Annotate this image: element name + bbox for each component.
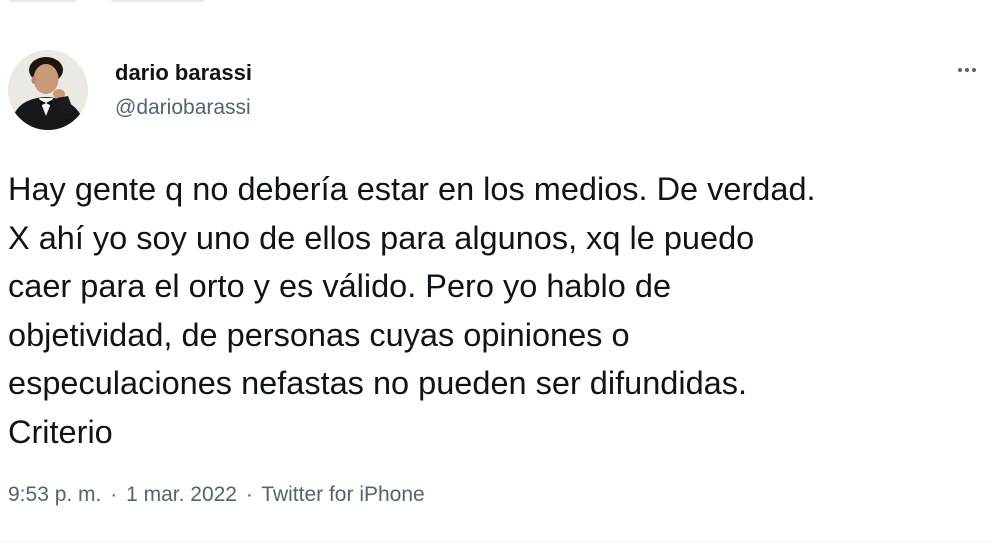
divider <box>0 541 992 542</box>
previous-tweet-remnant <box>0 0 992 8</box>
more-dot <box>965 68 969 72</box>
meta-separator: · <box>245 483 253 506</box>
avatar[interactable] <box>8 50 88 130</box>
more-dot <box>958 68 962 72</box>
tweet-date[interactable]: 1 mar. 2022 <box>126 483 237 506</box>
more-dot <box>972 68 976 72</box>
meta-separator: · <box>110 483 118 506</box>
more-icon[interactable] <box>950 60 984 80</box>
tweet-time[interactable]: 9:53 p. m. <box>8 483 101 506</box>
tweet-card: dario barassi @dariobarassi Hay gente q … <box>0 0 992 556</box>
user-handle[interactable]: @dariobarassi <box>115 96 251 120</box>
tweet-metadata: 9:53 p. m. · 1 mar. 2022 · Twitter for i… <box>8 483 425 507</box>
tweet-source[interactable]: Twitter for iPhone <box>261 483 424 506</box>
display-name[interactable]: dario barassi <box>115 60 252 86</box>
avatar-image <box>8 50 88 130</box>
tweet-text: Hay gente q no debería estar en los medi… <box>8 171 816 450</box>
